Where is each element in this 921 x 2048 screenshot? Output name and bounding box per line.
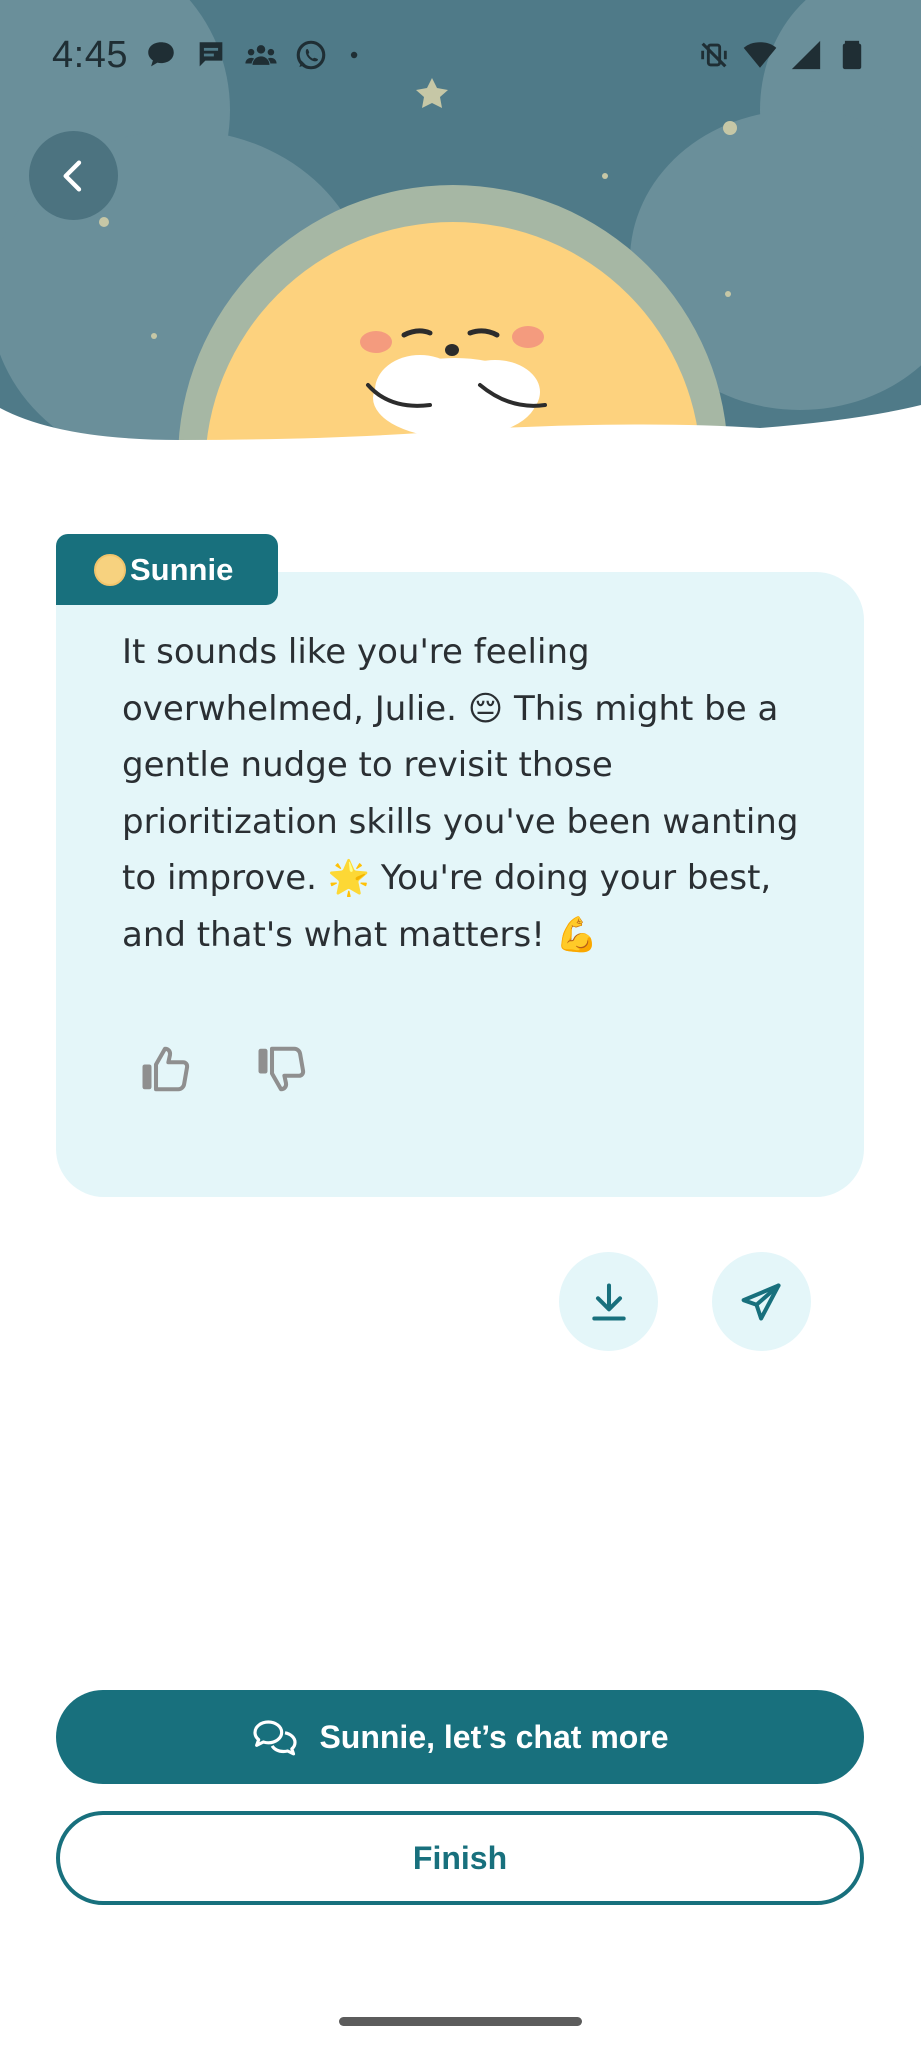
download-button[interactable] (559, 1252, 658, 1351)
chat-more-label: Sunnie, let’s chat more (319, 1718, 669, 1755)
screen: 4:45 It sounds like you're feeling overw… (0, 0, 921, 2048)
wifi-icon (743, 42, 777, 68)
finish-label: Finish (412, 1839, 508, 1876)
status-bar: 4:45 (0, 0, 921, 110)
back-button[interactable] (29, 131, 118, 220)
share-button[interactable] (712, 1252, 811, 1351)
finish-button[interactable]: Finish (56, 1811, 864, 1905)
chat-bubbles-icon (253, 1720, 298, 1756)
chat-bubble-icon (148, 42, 174, 67)
thumbs-up-icon[interactable] (138, 1042, 192, 1096)
group-icon (245, 45, 277, 65)
thumbs-down-icon[interactable] (254, 1042, 308, 1096)
chat-more-button[interactable]: Sunnie, let’s chat more (56, 1690, 864, 1784)
clock: 4:45 (52, 33, 128, 76)
whatsapp-icon (296, 40, 326, 70)
message-text: It sounds like you're feeling overwhelme… (122, 632, 799, 955)
download-icon (591, 1282, 626, 1321)
sender-name: Sunnie (130, 551, 234, 587)
dot-icon (350, 51, 358, 59)
signal-icon (791, 40, 821, 70)
sunnie-avatar-icon (94, 553, 126, 586)
battery-icon (842, 40, 862, 70)
send-icon (741, 1282, 781, 1321)
status-left: 4:45 (52, 34, 366, 77)
sender-tag: Sunnie (56, 534, 278, 605)
message-icon (199, 42, 223, 67)
chevron-left-icon (63, 160, 81, 191)
home-indicator[interactable] (339, 2017, 582, 2026)
status-right (697, 38, 869, 72)
vibrate-off-icon (701, 42, 727, 68)
message-card: It sounds like you're feeling overwhelme… (56, 572, 864, 1197)
